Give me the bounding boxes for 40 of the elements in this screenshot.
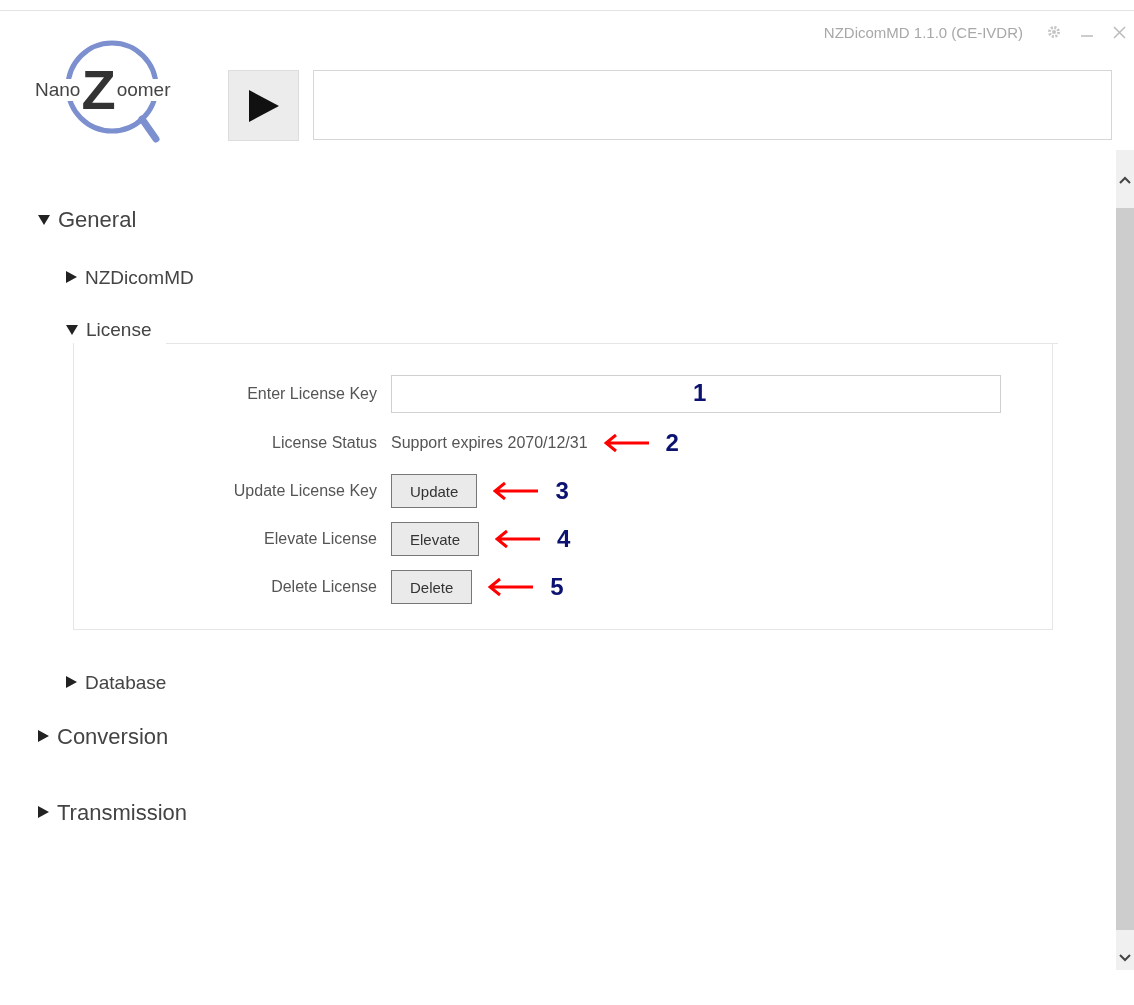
field-label: Elevate License	[263, 530, 377, 548]
tree-item[interactable]: Transmission	[38, 798, 1116, 828]
callout-number: 1	[693, 379, 707, 407]
callout-number: 3	[555, 477, 569, 505]
license-key-field[interactable]	[391, 375, 1001, 413]
play-button[interactable]	[228, 70, 299, 141]
close-icon[interactable]	[1113, 25, 1126, 39]
expand-caret-icon	[38, 806, 49, 818]
tree-item[interactable]: General	[38, 205, 1116, 235]
license-action-button[interactable]: Update	[391, 474, 478, 508]
tree-item[interactable]: License	[66, 317, 152, 343]
scroll-up-icon[interactable]	[1119, 176, 1131, 184]
license-action-button[interactable]: Delete	[391, 570, 473, 604]
license-status-text: Support expires 2070/12/31	[391, 434, 588, 452]
expand-caret-icon	[66, 270, 77, 283]
tree-item[interactable]: NZDicomMD	[66, 265, 1116, 291]
scrollbar[interactable]	[1116, 150, 1134, 970]
tree-item[interactable]: Conversion	[38, 722, 1116, 752]
settings-icon[interactable]	[1047, 25, 1061, 39]
path-field[interactable]	[313, 70, 1112, 140]
collapse-caret-icon	[66, 324, 78, 335]
window-title: NZDicomMD 1.1.0 (CE-IVDR)	[823, 23, 1023, 41]
play-icon	[248, 89, 279, 122]
expand-caret-icon	[38, 730, 49, 742]
arrow-icon	[493, 481, 540, 501]
expand-caret-icon	[66, 675, 77, 688]
arrow-icon	[488, 577, 535, 597]
scroll-down-icon[interactable]	[1119, 954, 1131, 962]
callout-number: 4	[557, 525, 571, 553]
callout-number: 2	[665, 429, 679, 457]
arrow-icon	[495, 529, 542, 549]
arrow-icon	[603, 433, 650, 453]
callout-number: 5	[550, 573, 564, 601]
field-label: Enter License Key	[246, 385, 377, 403]
collapse-caret-icon	[38, 215, 50, 225]
license-action-button[interactable]: Elevate	[391, 522, 480, 556]
tree-item[interactable]: Database	[66, 670, 1116, 696]
field-label: Delete License	[270, 578, 377, 596]
field-label: Update License Key	[232, 482, 377, 500]
field-label: License Status	[271, 434, 377, 452]
